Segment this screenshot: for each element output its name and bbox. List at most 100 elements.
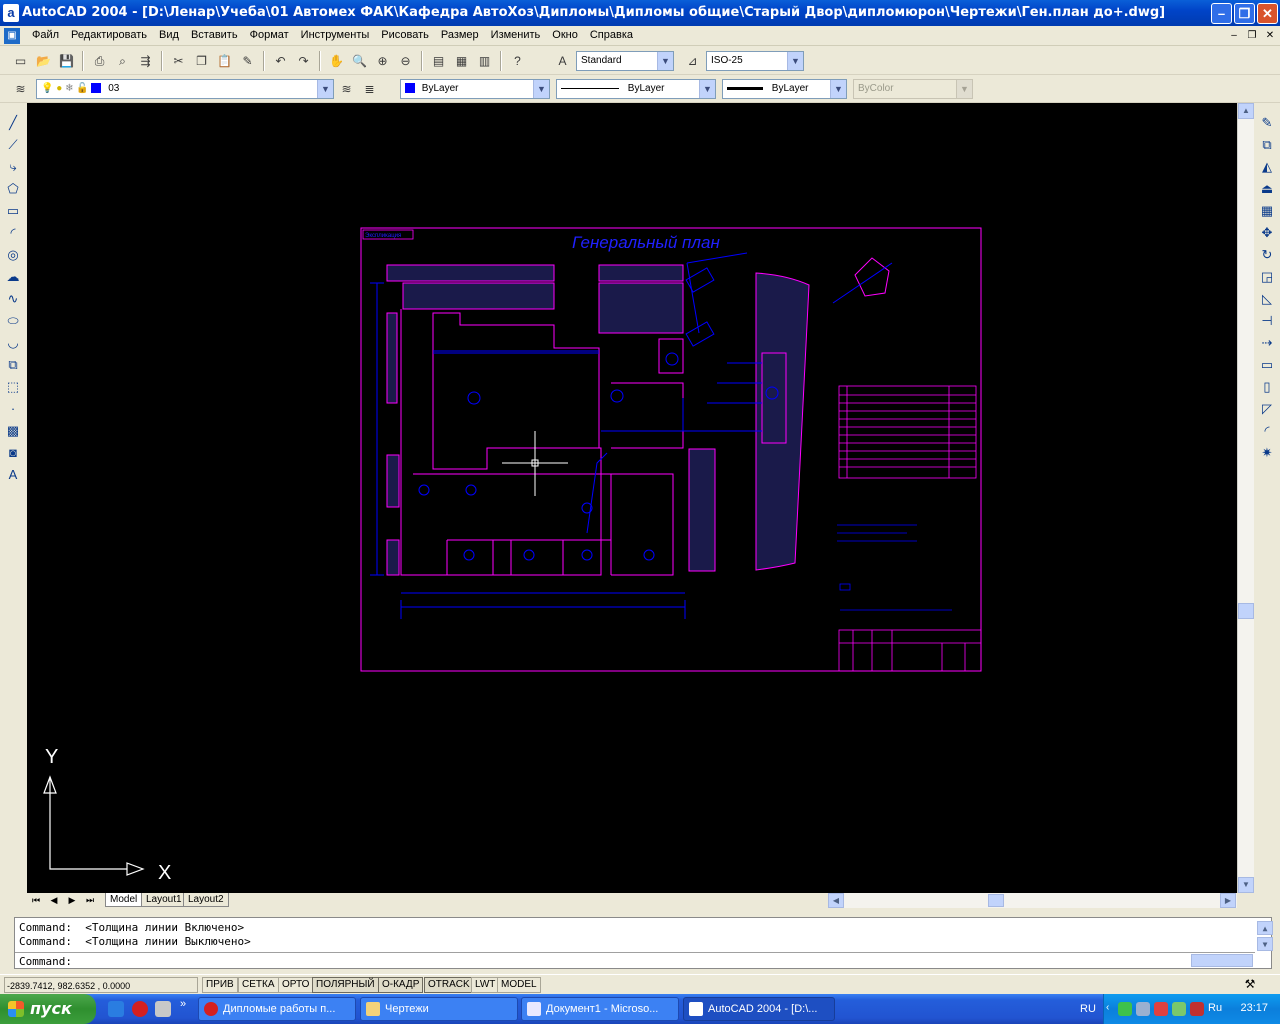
paste-icon[interactable]: 📋: [214, 51, 235, 71]
rotate-icon[interactable]: ↻: [1256, 244, 1278, 266]
explode-icon[interactable]: ✷: [1256, 442, 1278, 464]
polar-toggle[interactable]: ПОЛЯРНЫЙ: [312, 977, 379, 993]
chamfer-icon[interactable]: ◸: [1256, 398, 1278, 420]
undo-icon[interactable]: ↶: [270, 51, 291, 71]
scroll-left-button[interactable]: ◀: [828, 893, 844, 908]
offset-icon[interactable]: ⏏: [1256, 178, 1278, 200]
print-preview-icon[interactable]: ⌕: [112, 51, 133, 71]
language-indicator[interactable]: RU: [1080, 1003, 1096, 1015]
last-tab-button[interactable]: ⏭: [83, 894, 97, 907]
menu-modify[interactable]: Изменить: [485, 29, 547, 41]
taskbar-button-autocad[interactable]: AutoCAD 2004 - [D:\...: [683, 997, 835, 1021]
hatch-icon[interactable]: ▩: [2, 420, 24, 442]
circle-icon[interactable]: ◎: [2, 244, 24, 266]
horizontal-scroll-thumb[interactable]: [988, 894, 1004, 907]
copy-object-icon[interactable]: ⧉: [1256, 134, 1278, 156]
menu-file[interactable]: Файл: [26, 29, 65, 41]
autocad-app-icon[interactable]: a: [3, 4, 19, 22]
print-icon[interactable]: ⎙: [89, 51, 110, 71]
tab-model[interactable]: Model: [105, 893, 143, 907]
break-icon[interactable]: ▯: [1256, 376, 1278, 398]
trim-icon[interactable]: ⊣: [1256, 310, 1278, 332]
menu-draw[interactable]: Рисовать: [375, 29, 435, 41]
taskbar-button-opera[interactable]: Дипломые работы п...: [198, 997, 356, 1021]
properties-icon[interactable]: ▤: [428, 51, 449, 71]
ellipse-icon[interactable]: ⬭: [2, 310, 24, 332]
multiline-text-icon[interactable]: A: [2, 464, 24, 486]
close-button[interactable]: ✕: [1257, 3, 1278, 24]
start-button[interactable]: пуск: [0, 994, 96, 1024]
menu-tools[interactable]: Инструменты: [295, 29, 376, 41]
menu-insert[interactable]: Вставить: [185, 29, 244, 41]
rectangle-icon[interactable]: ▭: [2, 200, 24, 222]
doc-minimize-button[interactable]: –: [1226, 29, 1242, 43]
polyline-icon[interactable]: ⤷: [2, 156, 24, 178]
extend-icon[interactable]: ⇢: [1256, 332, 1278, 354]
tab-layout1[interactable]: Layout1: [141, 893, 187, 907]
menu-format[interactable]: Формат: [244, 29, 295, 41]
zoom-realtime-icon[interactable]: 🔍: [349, 51, 370, 71]
save-icon[interactable]: 💾: [56, 51, 77, 71]
osnap-toggle[interactable]: О-КАДР: [378, 977, 424, 993]
zoom-previous-icon[interactable]: ⊖: [395, 51, 416, 71]
cmd-scroll-down-button[interactable]: ▼: [1257, 937, 1273, 951]
ellipse-arc-icon[interactable]: ◡: [2, 332, 24, 354]
match-properties-icon[interactable]: ✎: [237, 51, 258, 71]
communication-center-icon[interactable]: ⚒: [1240, 977, 1260, 993]
tray-expand-icon[interactable]: ‹: [1106, 1002, 1109, 1013]
help-icon[interactable]: ?: [507, 51, 528, 71]
prev-tab-button[interactable]: ◀: [47, 894, 61, 907]
command-prompt[interactable]: Command:: [19, 955, 72, 968]
otrack-toggle[interactable]: OTRACK: [424, 977, 474, 993]
insert-block-icon[interactable]: ⧉: [2, 354, 24, 376]
spline-icon[interactable]: ∿: [2, 288, 24, 310]
quicklaunch-more-icon[interactable]: »: [180, 998, 186, 1010]
polygon-icon[interactable]: ⬠: [2, 178, 24, 200]
tray-language[interactable]: Ru: [1208, 1002, 1222, 1014]
erase-icon[interactable]: ✎: [1256, 112, 1278, 134]
document-icon[interactable]: ▣: [4, 28, 20, 44]
snap-toggle[interactable]: ПРИВ: [202, 977, 238, 993]
command-window[interactable]: Command: <Толщина линии Включено> Comman…: [14, 917, 1273, 969]
make-block-icon[interactable]: ⬚: [2, 376, 24, 398]
break-at-point-icon[interactable]: ▭: [1256, 354, 1278, 376]
taskbar-button-word[interactable]: Документ1 - Microso...: [521, 997, 679, 1021]
scroll-down-button[interactable]: ▼: [1238, 877, 1254, 893]
construction-line-icon[interactable]: ⟋: [2, 134, 24, 156]
line-icon[interactable]: ╱: [2, 112, 24, 134]
cut-icon[interactable]: ✂: [168, 51, 189, 71]
text-style-icon[interactable]: A: [552, 51, 573, 71]
next-tab-button[interactable]: ▶: [65, 894, 79, 907]
linetype-select[interactable]: ByLayer ▼: [556, 79, 716, 99]
tab-layout2[interactable]: Layout2: [183, 893, 229, 907]
tool-palettes-icon[interactable]: ▥: [474, 51, 495, 71]
tray-network-icon[interactable]: [1118, 1002, 1132, 1016]
new-file-icon[interactable]: ▭: [10, 51, 31, 71]
coordinates-readout[interactable]: -2839.7412, 982.6352 , 0.0000: [4, 977, 198, 993]
scroll-up-button[interactable]: ▲: [1238, 103, 1254, 119]
lineweight-select[interactable]: ByLayer ▼: [722, 79, 847, 99]
revision-cloud-icon[interactable]: ☁: [2, 266, 24, 288]
menu-help[interactable]: Справка: [584, 29, 639, 41]
move-icon[interactable]: ✥: [1256, 222, 1278, 244]
taskbar-button-folder[interactable]: Чертежи: [360, 997, 518, 1021]
point-icon[interactable]: ·: [2, 398, 24, 420]
array-icon[interactable]: ▦: [1256, 200, 1278, 222]
mirror-icon[interactable]: ◭: [1256, 156, 1278, 178]
zoom-window-icon[interactable]: ⊕: [372, 51, 393, 71]
vertical-scroll-thumb[interactable]: [1238, 603, 1254, 619]
tray-antivirus-icon[interactable]: [1154, 1002, 1168, 1016]
vertical-scrollbar[interactable]: ▲ ▼: [1237, 103, 1254, 893]
tray-app-icon[interactable]: [1172, 1002, 1186, 1016]
first-tab-button[interactable]: ⏮: [29, 894, 43, 907]
doc-close-button[interactable]: ✕: [1262, 29, 1278, 43]
doc-restore-button[interactable]: ❐: [1244, 29, 1260, 43]
text-style-select[interactable]: Standard ▼: [576, 51, 674, 71]
horizontal-scrollbar[interactable]: ◀ ▶: [828, 893, 1237, 908]
clock[interactable]: 23:17: [1240, 1002, 1268, 1014]
scroll-right-button[interactable]: ▶: [1220, 893, 1236, 908]
layer-previous-icon[interactable]: ≣: [359, 79, 380, 99]
tray-app-icon[interactable]: [1136, 1002, 1150, 1016]
fillet-icon[interactable]: ◜: [1256, 420, 1278, 442]
ie-quicklaunch-icon[interactable]: [108, 1001, 124, 1017]
